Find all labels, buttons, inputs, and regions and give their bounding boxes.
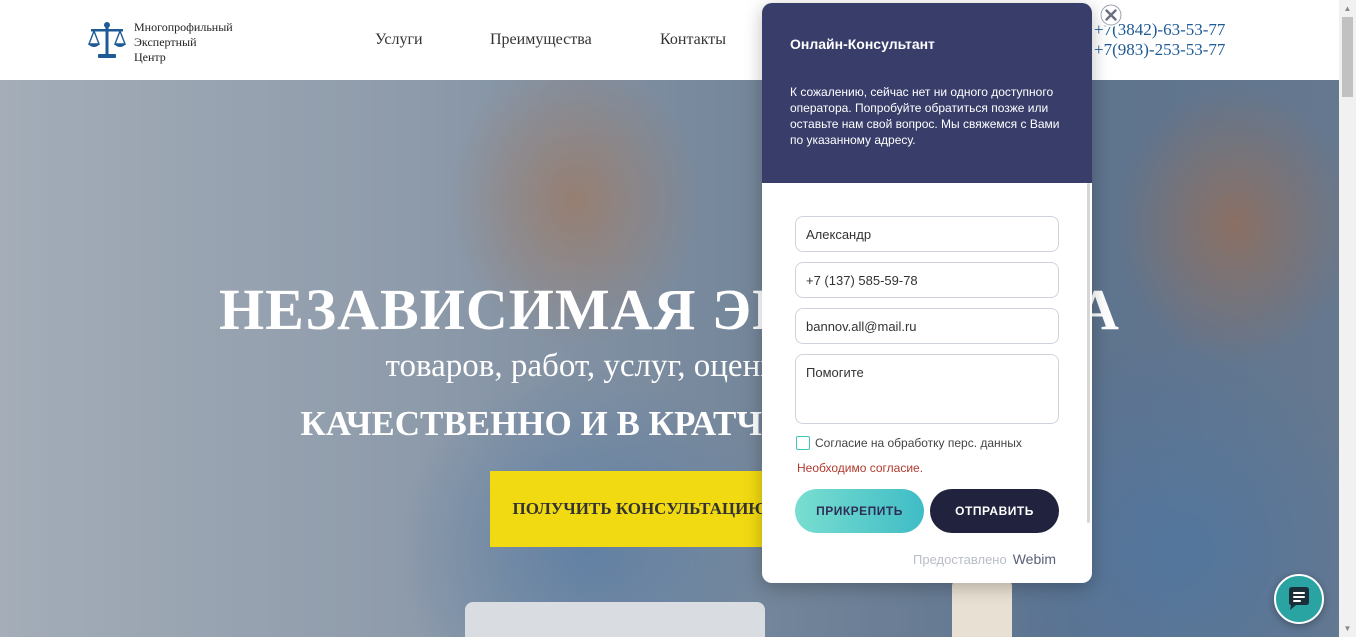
scroll-thumb[interactable] (1342, 17, 1353, 97)
consent-checkbox[interactable] (796, 436, 810, 450)
scroll-down-arrow-icon[interactable]: ▼ (1339, 620, 1356, 637)
nav-item-contacts[interactable]: Контакты (660, 31, 726, 49)
powered-by-label: Предоставлено (913, 552, 1007, 567)
close-icon[interactable] (1099, 3, 1123, 27)
phone-field[interactable] (795, 262, 1059, 298)
site-header: Многопрофильный Экспертный Центр Услуги … (0, 0, 1339, 80)
name-field[interactable] (795, 216, 1059, 252)
consent-row: Согласие на обработку перс. данных (796, 436, 1022, 450)
question-field[interactable]: Помогите (795, 354, 1059, 424)
webim-logo[interactable]: Webim (1013, 551, 1056, 567)
hero-title: НЕЗАВИСИМАЯ ЭКСПЕРТИЗА (219, 277, 1120, 342)
powered-by: Предоставлено Webim (913, 551, 1056, 567)
logo[interactable]: Многопрофильный Экспертный Центр (86, 20, 233, 65)
chat-scrollbar[interactable] (1087, 183, 1090, 523)
get-consultation-button[interactable]: ПОЛУЧИТЬ КОНСУЛЬТАЦИЮ (490, 471, 790, 547)
scales-icon (87, 22, 127, 58)
hero-subtitle: товаров, работ, услуг, оценка имущества (385, 348, 954, 384)
phone-number-2[interactable]: +7(983)-253-53-77 (1094, 40, 1225, 60)
logo-line-2: Экспертный (134, 35, 197, 49)
logo-line-3: Центр (134, 50, 166, 64)
nav-item-services[interactable]: Услуги (375, 31, 423, 49)
consent-label[interactable]: Согласие на обработку перс. данных (815, 436, 1022, 450)
page-scrollbar[interactable]: ▲ ▼ (1339, 0, 1356, 637)
chat-header: Онлайн-Консультант К сожалению, сейчас н… (762, 3, 1092, 183)
send-button[interactable]: ОТПРАВИТЬ (930, 489, 1059, 533)
chat-bubble-icon[interactable] (1274, 574, 1324, 624)
chat-title: Онлайн-Консультант (790, 36, 935, 52)
hero-tagline: КАЧЕСТВЕННО И В КРАТЧАЙШИЕ СРОКИ (300, 404, 1039, 443)
logo-line-1: Многопрофильный (134, 20, 233, 34)
scroll-up-arrow-icon[interactable]: ▲ (1339, 0, 1356, 17)
logo-text: Многопрофильный Экспертный Центр (134, 20, 233, 65)
attach-button[interactable]: ПРИКРЕПИТЬ (795, 489, 924, 533)
online-consultant-widget: Онлайн-Консультант К сожалению, сейчас н… (762, 3, 1092, 583)
nav-item-advantages[interactable]: Преимущества (490, 31, 592, 49)
coffee-cup-image (952, 580, 1012, 637)
chat-offline-message: К сожалению, сейчас нет ни одного доступ… (790, 85, 1060, 147)
hero-section: НЕЗАВИСИМАЯ ЭКСПЕРТИЗА товаров, работ, у… (0, 80, 1339, 637)
tablet-image (465, 602, 765, 637)
email-field[interactable] (795, 308, 1059, 344)
consent-error: Необходимо согласие. (797, 461, 924, 475)
